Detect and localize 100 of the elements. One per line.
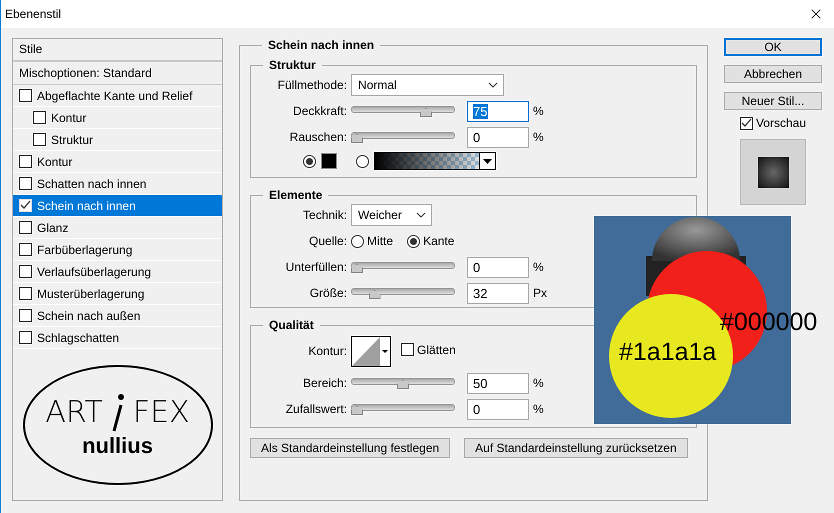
contour-picker[interactable] <box>351 336 392 366</box>
slider-track[interactable] <box>351 286 456 300</box>
checkbox[interactable] <box>19 265 32 278</box>
checkbox[interactable] <box>19 155 32 168</box>
gradient-picker[interactable] <box>374 152 496 170</box>
slash-icon <box>110 392 125 432</box>
style-list-item[interactable]: Schein nach außen <box>13 305 222 327</box>
slider-track[interactable] <box>351 130 456 144</box>
slider-track[interactable] <box>351 104 456 118</box>
style-list-item[interactable]: Verlaufsüberlagerung <box>13 261 222 283</box>
overlay-label: #000000 <box>720 310 818 335</box>
group-title: Schein nach innen <box>267 38 376 52</box>
style-list-item[interactable]: Farbüberlagerung <box>13 239 222 261</box>
checkbox-label: Glätten <box>417 342 456 356</box>
overlay-label: #1a1a1a <box>619 340 716 365</box>
slider-label: Rauschen: <box>288 130 348 144</box>
logo-subtitle: nullius <box>82 434 153 456</box>
style-list-item[interactable]: Schein nach innen <box>13 195 222 217</box>
radio-button[interactable] <box>303 154 316 168</box>
unit-label: % <box>532 260 545 274</box>
checkbox[interactable] <box>19 243 32 256</box>
group-title: Elemente <box>268 188 324 202</box>
style-label: Schein nach außen <box>37 308 140 322</box>
dropdown-arrow-icon <box>382 350 388 352</box>
checkbox[interactable] <box>19 177 32 190</box>
checkbox[interactable] <box>19 287 32 300</box>
unit-label: % <box>532 376 545 390</box>
color-swatch[interactable] <box>321 153 338 169</box>
slider-label: Deckkraft: <box>292 104 348 118</box>
value-field[interactable]: 50 <box>467 372 530 394</box>
dialog-button[interactable]: Neuer Stil... <box>724 92 822 110</box>
default-settings-button[interactable]: Auf Standardeinstellung zurücksetzen <box>464 438 688 458</box>
slider-track[interactable] <box>351 402 456 416</box>
checkbox[interactable] <box>19 221 32 234</box>
slider-thumb[interactable] <box>351 134 364 143</box>
slider-thumb[interactable] <box>397 380 410 389</box>
value-field[interactable]: 75 <box>467 100 530 122</box>
unit-label: Px <box>532 286 548 300</box>
default-settings-button[interactable]: Als Standardeinstellung festlegen <box>250 438 450 458</box>
slider-thumb[interactable] <box>351 406 364 415</box>
slider-track[interactable] <box>351 376 456 390</box>
checkbox[interactable] <box>33 133 46 146</box>
checkbox[interactable] <box>33 111 46 124</box>
slider-thumb[interactable] <box>368 290 381 299</box>
checkbox[interactable] <box>19 89 32 102</box>
value-field[interactable]: 0 <box>467 398 530 420</box>
dialog-button[interactable]: OK <box>724 38 822 56</box>
unit-label: % <box>532 104 545 118</box>
technique-dropdown[interactable]: Weicher <box>351 204 432 226</box>
checkbox-label: Vorschau <box>756 116 806 130</box>
checkbox[interactable] <box>740 116 753 130</box>
radio-label: Kante <box>423 234 454 248</box>
styles-header: Stile <box>13 39 222 62</box>
style-list-item[interactable]: Struktur <box>13 129 222 151</box>
group-title: Struktur <box>268 58 317 72</box>
slider-track[interactable] <box>351 260 456 274</box>
blend-mode-dropdown[interactable]: Normal <box>351 74 504 96</box>
unit-label: % <box>532 402 545 416</box>
contour-curve-icon <box>352 336 380 366</box>
style-list-item[interactable]: Abgeflachte Kante und Relief <box>13 85 222 107</box>
style-list-item[interactable]: Glanz <box>13 217 222 239</box>
checkbox[interactable] <box>19 309 32 322</box>
window-title: Ebenenstil <box>5 7 62 21</box>
field-label: Kontur: <box>307 344 348 358</box>
checkbox[interactable] <box>401 343 414 356</box>
style-label: Abgeflachte Kante und Relief <box>37 88 192 102</box>
dialog-button[interactable]: Abbrechen <box>724 65 822 83</box>
field-label: Füllmethode: <box>276 78 348 92</box>
style-label: Glanz <box>37 220 68 234</box>
logo-text: FEX <box>132 398 190 428</box>
checkbox[interactable] <box>19 331 32 344</box>
slider-thumb[interactable] <box>420 108 432 117</box>
style-label: Kontur <box>37 154 72 168</box>
chevron-icon <box>416 212 426 218</box>
slider-thumb[interactable] <box>351 264 364 273</box>
value-field[interactable]: 0 <box>467 126 530 148</box>
radio-label: Mitte <box>367 234 394 248</box>
group-title: Qualität <box>268 318 315 332</box>
radio-button[interactable] <box>407 234 420 248</box>
value-field[interactable]: 32 <box>467 282 530 304</box>
style-list-item[interactable]: Kontur <box>13 151 222 173</box>
chevron-icon <box>488 82 498 88</box>
style-label: Verlaufsüberlagerung <box>37 264 152 278</box>
field-label: Technik: <box>302 208 348 222</box>
style-label: Kontur <box>51 110 86 124</box>
value-field[interactable]: 0 <box>467 256 530 278</box>
slider-label: Zufallswert: <box>284 402 348 416</box>
logo-text: ART <box>45 398 103 428</box>
style-list-item[interactable]: Kontur <box>13 107 222 129</box>
style-label: Schatten nach innen <box>37 176 146 190</box>
blend-options-item[interactable]: Mischoptionen: Standard <box>13 62 222 85</box>
style-list-item[interactable]: Musterüberlagerung <box>13 283 222 305</box>
slider-label: Größe: <box>308 286 348 300</box>
style-label: Struktur <box>51 132 94 146</box>
field-label: Quelle: <box>308 234 348 248</box>
radio-button[interactable] <box>356 154 370 168</box>
slider-label: Bereich: <box>302 376 348 390</box>
dropdown-arrow-icon <box>483 158 492 164</box>
style-list-item[interactable]: Schlagschatten <box>13 327 222 349</box>
radio-button[interactable] <box>351 234 364 248</box>
